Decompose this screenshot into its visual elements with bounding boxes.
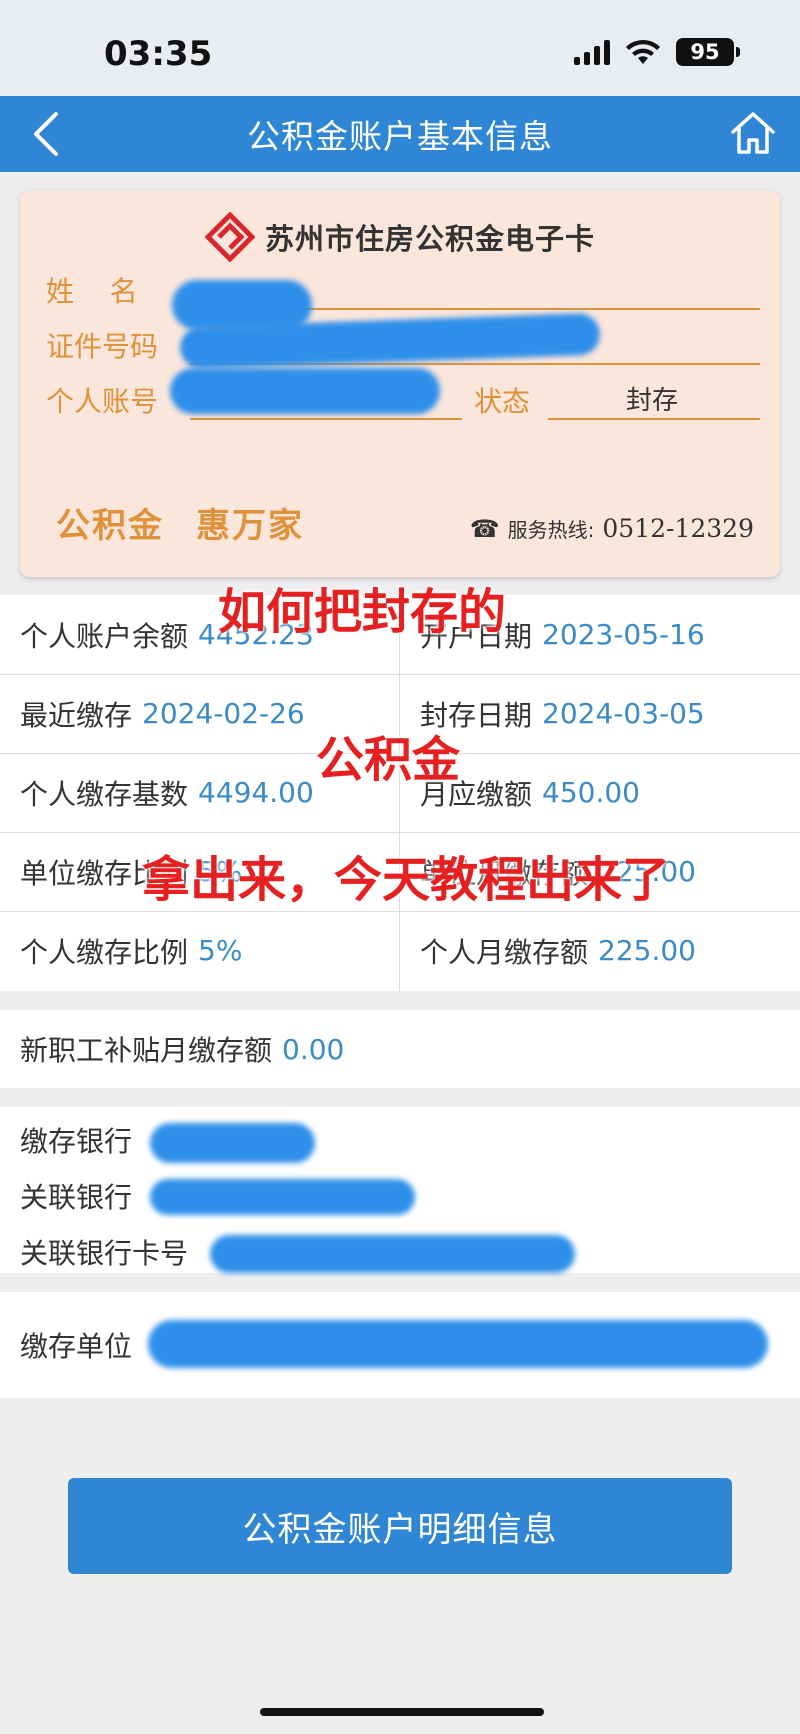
info-value: 225.00: [598, 934, 696, 967]
info-label: 最近缴存: [20, 698, 133, 732]
info-value: 2024-02-26: [142, 697, 305, 730]
unit-line: 缴存单位: [20, 1292, 142, 1398]
redaction-mark: [170, 368, 440, 414]
unit-label: 缴存单位: [20, 1330, 133, 1363]
subsidy-value: 0.00: [282, 1032, 345, 1066]
battery-icon: 95: [676, 38, 740, 66]
overlay-text-line-3: 拿出来，今天教程出来了: [142, 852, 671, 908]
info-label: 个人缴存基数: [20, 777, 189, 811]
account-underline: [190, 418, 462, 420]
card-slogan: 公积金 惠万家: [56, 498, 304, 547]
housing-fund-e-card: 苏州市住房公积金电子卡 姓 名 证件号码 个人账号 状态 封存 公积金 惠万家 ☎…: [20, 190, 780, 577]
info-value: 5%: [198, 934, 243, 967]
info-cell-personal-monthly: 个人月缴存额 225.00: [420, 911, 800, 990]
redaction-mark: [150, 1179, 415, 1215]
fund-logo-icon: [204, 212, 255, 262]
service-hotline: ☎ 服务热线: 0512-12329: [470, 514, 754, 543]
status-bar: 03:35 95: [0, 0, 800, 96]
status-time: 03:35: [104, 34, 213, 74]
name-label: 姓 名: [46, 275, 138, 308]
hotline-label: 服务热线:: [507, 518, 595, 542]
status-label: 状态: [474, 385, 531, 418]
info-label: 个人账户余额: [20, 619, 189, 653]
info-cell-monthly-due: 月应缴额 450.00: [420, 753, 800, 832]
info-cell-seal-date: 封存日期 2024-03-05: [420, 674, 800, 753]
overlay-text-line-2: 公积金: [316, 732, 461, 788]
status-icons: 95: [574, 38, 740, 66]
linked-bank-line: 关联银行: [20, 1173, 142, 1219]
info-value: 2024-03-05: [542, 697, 705, 730]
slogan-part-1: 公积金: [56, 506, 164, 546]
subsidy-row: 新职工补贴月缴存额 0.00: [0, 1010, 800, 1088]
id-number-label: 证件号码: [46, 330, 159, 363]
subsidy-label: 新职工补贴月缴存额: [20, 1034, 273, 1067]
account-info-grid: 个人账户余额 4452.23 开户日期 2023-05-16 最近缴存 2024-02…: [0, 595, 800, 991]
info-label: 个人缴存比例: [20, 935, 189, 969]
account-label: 个人账号: [46, 385, 159, 418]
page-title: 公积金账户基本信息: [247, 117, 553, 156]
bank-info-block: 缴存银行 关联银行 关联银行卡号: [0, 1107, 800, 1273]
telephone-icon: ☎: [469, 514, 500, 543]
chevron-left-icon[interactable]: [28, 110, 64, 158]
nav-bar: 公积金账户基本信息: [0, 96, 800, 172]
redaction-mark: [150, 1123, 315, 1163]
home-icon[interactable]: [728, 108, 778, 158]
overlay-text-line-1: 如何把封存的: [218, 584, 507, 640]
info-value: 4494.00: [198, 776, 314, 809]
redaction-mark: [148, 1320, 768, 1368]
info-value: 450.00: [542, 776, 640, 809]
deposit-bank-label: 缴存银行: [20, 1125, 133, 1158]
redaction-mark: [210, 1235, 575, 1273]
status-underline: [548, 418, 760, 420]
info-label: 个人月缴存额: [420, 935, 589, 969]
unit-row: 缴存单位: [0, 1292, 800, 1398]
account-detail-button[interactable]: 公积金账户明细信息: [68, 1478, 732, 1574]
slogan-part-2: 惠万家: [196, 506, 304, 546]
subsidy-line: 新职工补贴月缴存额 0.00: [20, 1010, 344, 1088]
hotline-number: 0512-12329: [602, 514, 754, 543]
info-cell-personal-ratio: 个人缴存比例 5%: [20, 911, 420, 990]
linked-bank-label: 关联银行: [20, 1181, 133, 1214]
home-indicator: [260, 1708, 544, 1716]
linked-card-label: 关联银行卡号: [20, 1237, 189, 1270]
deposit-bank-line: 缴存银行: [20, 1117, 142, 1163]
battery-level: 95: [690, 40, 720, 64]
cellular-signal-icon: [574, 39, 610, 65]
wifi-icon: [626, 39, 660, 64]
card-header: 苏州市住房公积金电子卡: [20, 212, 780, 262]
card-title: 苏州市住房公积金电子卡: [264, 222, 595, 256]
linked-card-line: 关联银行卡号: [20, 1229, 198, 1275]
status-value: 封存: [626, 386, 679, 416]
info-value: 2023-05-16: [542, 618, 705, 651]
